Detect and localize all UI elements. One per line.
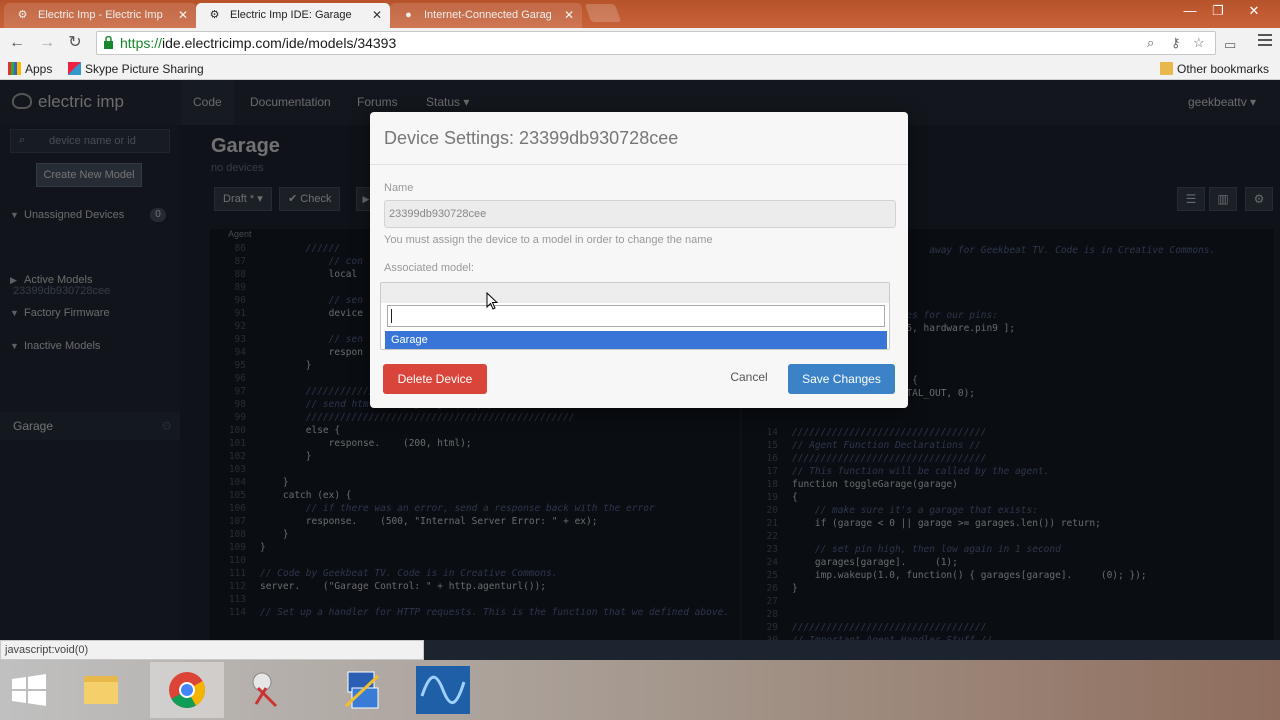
windows-logo-icon (12, 674, 46, 706)
search-icon[interactable]: ⌕ (1147, 35, 1154, 51)
address-bar[interactable]: https://ide.electricimp.com/ide/models/3… (96, 31, 1216, 55)
delete-device-button[interactable]: Delete Device (383, 364, 487, 394)
browser-tab-electric-imp[interactable]: ⚙ Electric Imp - Electric Imp ✕ (4, 3, 196, 28)
associated-model-select[interactable]: Garage (380, 282, 890, 350)
close-icon[interactable]: ✕ (372, 3, 382, 28)
waveform-app-icon (416, 666, 470, 714)
chrome-taskbar-button[interactable] (150, 662, 224, 718)
associated-model-label: Associated model: (384, 262, 474, 274)
back-arrow-icon[interactable]: ← (6, 32, 28, 54)
star-icon[interactable]: ☆ (1193, 35, 1205, 51)
browser-status-bar: javascript:void(0) (0, 640, 424, 660)
folder-icon (84, 676, 118, 704)
select-option-garage[interactable]: Garage (385, 331, 887, 349)
close-icon[interactable]: ✕ (178, 3, 188, 28)
divider (370, 164, 908, 165)
maximize-icon[interactable]: ❐ (1208, 3, 1228, 19)
save-changes-button[interactable]: Save Changes (788, 364, 895, 394)
close-window-icon[interactable]: ✕ (1244, 3, 1264, 19)
network-app-button[interactable] (326, 662, 400, 718)
windows-taskbar (0, 660, 1280, 720)
start-button[interactable] (0, 662, 60, 718)
key-icon[interactable]: ⚷ (1171, 35, 1181, 51)
browser-tab-bar: ⚙ Electric Imp - Electric Imp ✕ ⚙ Electr… (0, 0, 1280, 28)
file-explorer-button[interactable] (64, 662, 138, 718)
cast-icon[interactable]: ▭ (1224, 37, 1236, 53)
browser-tab-github[interactable]: ● Internet-Connected Garag ✕ (390, 3, 582, 28)
forward-arrow-icon[interactable]: → (36, 32, 58, 54)
github-favicon-icon: ● (405, 9, 412, 21)
url-text: https://ide.electricimp.com/ide/models/3… (120, 35, 397, 51)
tab-title: Electric Imp IDE: Garage (230, 9, 352, 21)
chrome-menu-icon[interactable] (1258, 34, 1272, 48)
tab-title: Internet-Connected Garag (424, 9, 552, 21)
tab-title: Electric Imp - Electric Imp (38, 9, 163, 21)
select-header[interactable] (381, 283, 889, 303)
new-tab-button[interactable] (584, 4, 622, 22)
bookmark-other[interactable]: Other bookmarks (1160, 62, 1269, 76)
scissors-icon (252, 672, 278, 708)
modal-title: Device Settings: 23399db930728cee (384, 128, 679, 148)
reload-icon[interactable]: ↻ (64, 32, 86, 54)
device-settings-modal: Device Settings: 23399db930728cee Name 2… (370, 112, 908, 408)
select-search-input[interactable] (387, 305, 885, 327)
bookmarks-bar: Apps Skype Picture Sharing Other bookmar… (0, 58, 1280, 80)
arduino-app-button[interactable] (406, 662, 480, 718)
bookmark-skype[interactable]: Skype Picture Sharing (68, 62, 204, 76)
electric-imp-favicon-icon: ⚙ (17, 9, 28, 21)
network-icon (344, 671, 380, 709)
browser-tab-ide-garage[interactable]: ⚙ Electric Imp IDE: Garage ✕ (196, 3, 390, 28)
skype-picture-icon (68, 62, 81, 75)
bookmark-apps[interactable]: Apps (8, 62, 52, 76)
device-name-field[interactable]: 23399db930728cee (384, 200, 896, 228)
apps-grid-icon (8, 62, 21, 75)
name-label: Name (384, 182, 414, 194)
chrome-icon (169, 672, 206, 709)
cancel-button[interactable]: Cancel (728, 370, 770, 384)
name-help-text: You must assign the device to a model in… (384, 234, 713, 246)
browser-toolbar: ← → ↻ https://ide.electricimp.com/ide/mo… (0, 28, 1280, 58)
close-icon[interactable]: ✕ (564, 3, 574, 28)
folder-icon (1160, 62, 1173, 75)
mouse-pointer-icon (486, 292, 498, 310)
minimize-icon[interactable]: — (1180, 3, 1200, 18)
electric-imp-favicon-icon: ⚙ (209, 9, 220, 21)
snipping-tool-button[interactable] (232, 662, 306, 718)
lock-icon (104, 36, 113, 49)
